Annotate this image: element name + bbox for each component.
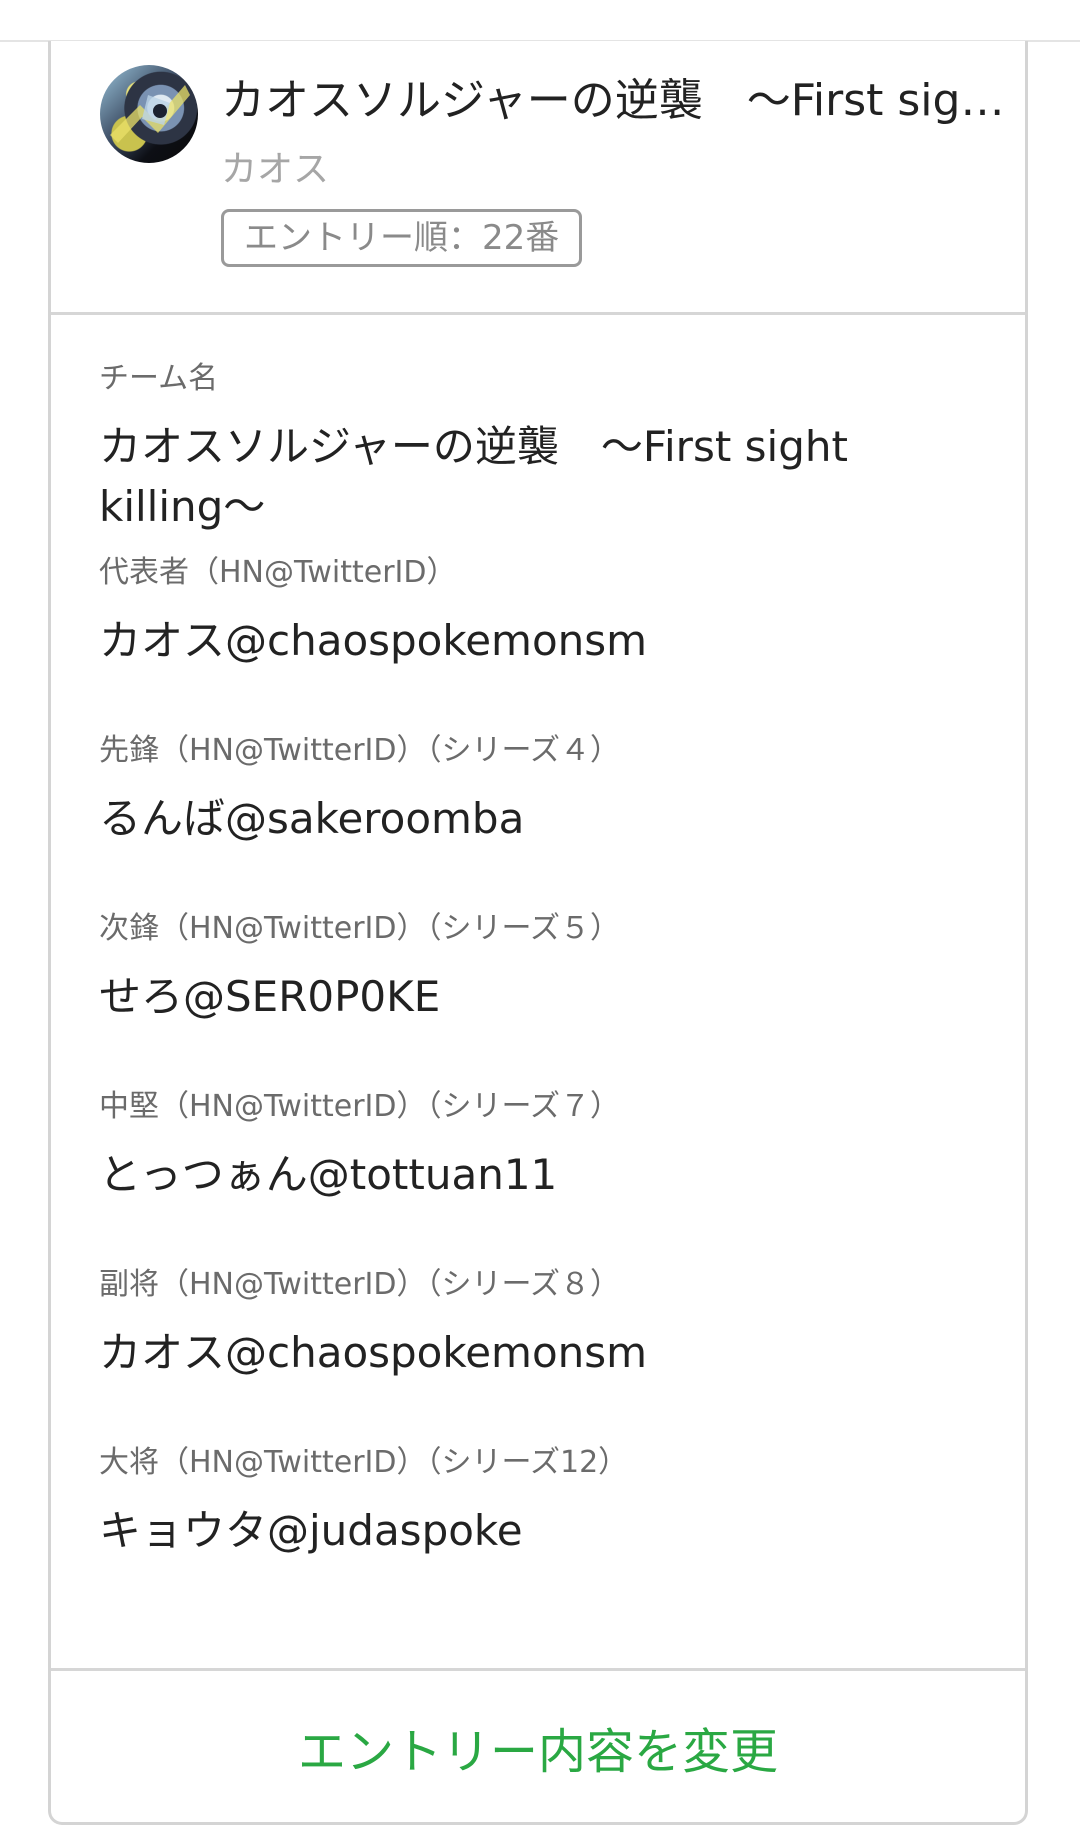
field-label: チーム名 — [99, 361, 219, 396]
field-value: キョウタ@judaspoke — [99, 1506, 523, 1555]
field-label: 大将（HN@TwitterID）（シリーズ12） — [99, 1445, 629, 1480]
field-label: 次鋒（HN@TwitterID）（シリーズ５） — [99, 911, 620, 946]
field-label: 先鋒（HN@TwitterID）（シリーズ４） — [99, 733, 620, 768]
field-label: 副将（HN@TwitterID）（シリーズ８） — [99, 1267, 620, 1302]
field-label: 中堅（HN@TwitterID）（シリーズ７） — [99, 1089, 620, 1124]
entry-card: カオスソルジャーの逆襲 〜First sight killing〜 カオス エン… — [48, 41, 1028, 1825]
team-title[interactable]: カオスソルジャーの逆襲 〜First sight killing〜 — [221, 71, 1021, 131]
field-value: せろ@SER0P0KE — [99, 972, 441, 1021]
field-label: 代表者（HN@TwitterID） — [99, 555, 457, 590]
entry-order-badge: エントリー順：22番 — [221, 209, 583, 267]
team-avatar — [100, 65, 198, 163]
team-owner: カオス — [221, 149, 330, 190]
entry-card-footer[interactable]: エントリー内容を変更 — [51, 1668, 1025, 1822]
field-value: カオスソルジャーの逆襲 〜First sight killing〜 — [99, 422, 848, 531]
field-value: カオス@chaospokemonsm — [99, 616, 648, 665]
field-value: とっつぁん@tottuan11 — [99, 1150, 558, 1199]
field-value: るんば@sakeroomba — [99, 794, 525, 843]
field-value: カオス@chaospokemonsm — [99, 1328, 648, 1377]
edit-entry-button[interactable]: エントリー内容を変更 — [298, 1712, 778, 1782]
entry-card-header[interactable]: カオスソルジャーの逆襲 〜First sight killing〜 カオス エン… — [51, 41, 1025, 315]
